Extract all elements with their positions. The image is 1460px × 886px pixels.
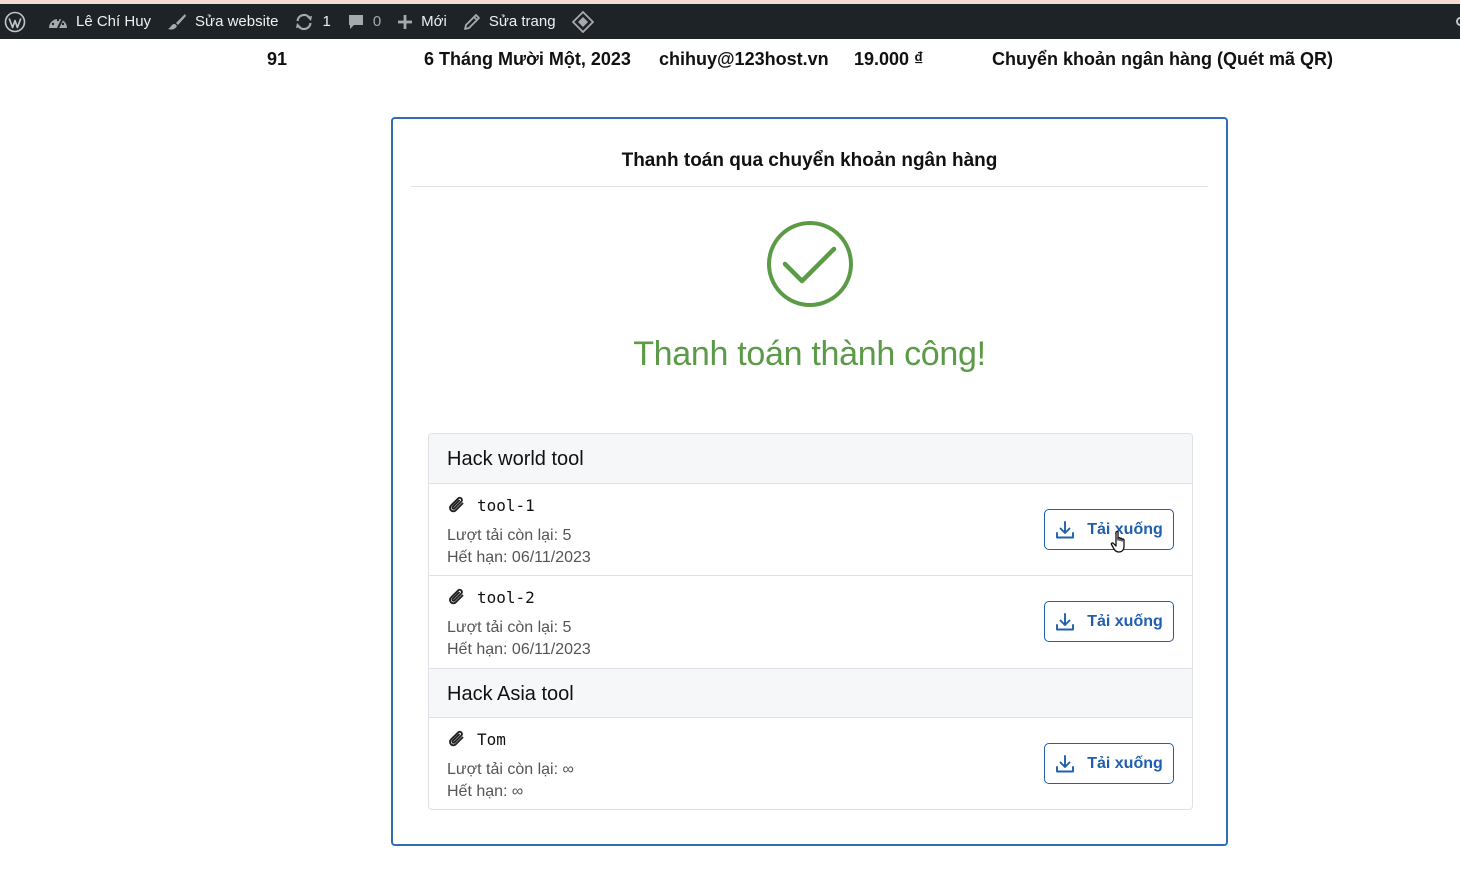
plus-icon bbox=[398, 14, 413, 29]
admin-bar: Lê Chí Huy Sửa website 1 0 Mới Sửa trang bbox=[0, 4, 1460, 39]
download-item: tool-2 Lượt tải còn lại: 5 Hết hạn: 06/1… bbox=[429, 576, 1192, 668]
download-group-title: Hack Asia tool bbox=[429, 668, 1192, 718]
download-icon bbox=[1056, 754, 1075, 772]
hand-pointer-icon bbox=[1110, 530, 1125, 553]
download-expiry: Hết hạn: 06/11/2023 bbox=[447, 641, 591, 658]
paperclip-icon bbox=[449, 730, 464, 747]
search-icon[interactable] bbox=[1456, 17, 1460, 26]
order-summary-row: 91 6 Tháng Mười Một, 2023 chihuy@123host… bbox=[0, 49, 1460, 73]
payment-card-title: Thanh toán qua chuyển khoản ngân hàng bbox=[411, 119, 1208, 187]
pencil-icon bbox=[463, 13, 480, 30]
download-item: tool-1 Lượt tải còn lại: 5 Hết hạn: 06/1… bbox=[429, 484, 1192, 576]
download-item: Tom Lượt tải còn lại: ∞ Hết hạn: ∞ Tải x… bbox=[429, 718, 1192, 809]
file-name: Tom bbox=[477, 729, 506, 749]
download-button[interactable]: Tải xuống bbox=[1044, 509, 1174, 550]
order-date: 6 Tháng Mười Một, 2023 bbox=[424, 49, 631, 69]
download-expiry: Hết hạn: ∞ bbox=[447, 783, 524, 800]
check-circle-icon bbox=[767, 221, 853, 307]
order-payment-method: Chuyển khoản ngân hàng (Quét mã QR) bbox=[992, 49, 1334, 69]
updates-count: 1 bbox=[322, 13, 331, 30]
order-total: 19.000 ₫ bbox=[854, 49, 924, 69]
site-name-label: Lê Chí Huy bbox=[76, 13, 152, 30]
wordpress-logo-icon bbox=[4, 11, 26, 32]
comment-icon bbox=[348, 14, 363, 29]
download-icon bbox=[1056, 612, 1075, 630]
updates-menu[interactable]: 1 bbox=[286, 4, 338, 39]
edit-page-label: Sửa trang bbox=[488, 13, 556, 30]
payment-card: Thanh toán qua chuyển khoản ngân hàng Th… bbox=[391, 117, 1228, 846]
new-label: Mới bbox=[421, 13, 447, 30]
plugin-menu[interactable] bbox=[564, 4, 602, 39]
download-expiry: Hết hạn: 06/11/2023 bbox=[447, 549, 591, 566]
refresh-icon bbox=[296, 13, 313, 30]
file-name: tool-2 bbox=[477, 587, 535, 607]
download-group-title: Hack world tool bbox=[429, 434, 1192, 484]
downloads-list: Hack world tool tool-1 Lượt tải còn lại:… bbox=[428, 433, 1193, 810]
diamond-icon bbox=[571, 10, 594, 33]
paperclip-icon bbox=[449, 588, 464, 605]
download-button[interactable]: Tải xuống bbox=[1044, 601, 1174, 642]
dashboard-icon bbox=[49, 18, 67, 28]
brush-icon bbox=[168, 13, 187, 30]
customize-menu[interactable]: Sửa website bbox=[159, 4, 286, 39]
file-name: tool-1 bbox=[477, 495, 535, 515]
download-button-label: Tải xuống bbox=[1087, 612, 1163, 630]
paperclip-icon bbox=[449, 496, 464, 513]
new-content-menu[interactable]: Mới bbox=[389, 4, 455, 39]
comments-menu[interactable]: 0 bbox=[339, 4, 389, 39]
wp-logo-menu[interactable] bbox=[0, 4, 40, 39]
download-button-label: Tải xuống bbox=[1087, 754, 1163, 772]
download-button[interactable]: Tải xuống bbox=[1044, 743, 1174, 784]
customize-label: Sửa website bbox=[195, 13, 279, 30]
payment-success-message: Thanh toán thành công! bbox=[633, 335, 986, 373]
site-name-menu[interactable]: Lê Chí Huy bbox=[40, 4, 159, 39]
comments-count: 0 bbox=[372, 13, 382, 30]
order-email: chihuy@123host.vn bbox=[659, 49, 829, 69]
edit-page-menu[interactable]: Sửa trang bbox=[455, 4, 564, 39]
download-icon bbox=[1056, 520, 1075, 538]
order-number: 91 bbox=[267, 49, 288, 69]
